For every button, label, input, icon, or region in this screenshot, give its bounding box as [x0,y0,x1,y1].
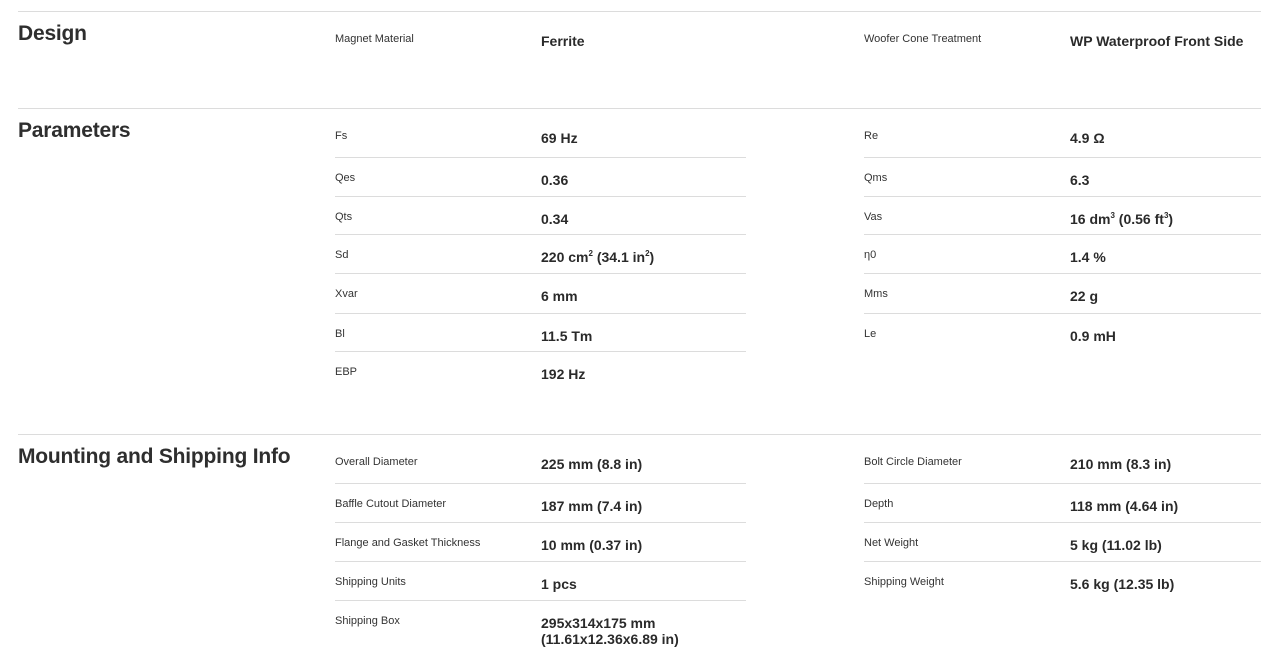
spec-row: Fs 69 Hz [335,109,746,157]
spec-row: Depth 118 mm (4.64 in) [864,483,1261,522]
spec-column-right: Bolt Circle Diameter 210 mm (8.3 in) Dep… [864,435,1261,600]
spec-value: 0.9 mH [1070,328,1116,344]
spec-value: 11.5 Tm [541,328,593,344]
spec-label: Mms [864,288,888,300]
section-design: Design Magnet Material Ferrite Woofer Co… [18,11,1261,109]
spec-label: Qms [864,172,888,184]
spec-label: η0 [864,249,877,261]
spec-value: 6.3 [1070,172,1090,188]
spec-row: Bolt Circle Diameter 210 mm (8.3 in) [864,435,1261,483]
value-text: (34.1 in [592,249,646,265]
spec-label: Shipping Units [335,576,406,588]
spec-row: Qts 0.34 [335,196,746,234]
spec-row: Qes 0.36 [335,157,746,196]
spec-value: 10 mm (0.37 in) [541,537,643,553]
spec-row: Flange and Gasket Thickness 10 mm (0.37 … [335,522,746,561]
spec-value: WP Waterproof Front Side [1070,33,1244,49]
spec-label: Depth [864,498,894,510]
spec-value: 1.4 % [1070,249,1106,265]
spec-label: Shipping Box [335,615,400,627]
spec-label: Le [864,328,877,340]
value-line: 295x314x175 mm [541,615,656,631]
spec-column-right: Woofer Cone Treatment WP Waterproof Fron… [864,12,1261,72]
spec-label: Qes [335,172,356,184]
spec-row: Vas 16 dm3 (0.56 ft3) [864,196,1261,234]
spec-row: Bl 11.5 Tm [335,313,746,351]
spec-column-right: Re 4.9 Ω Qms 6.3 Vas 16 dm3 (0.56 ft3) η… [864,109,1261,351]
spec-value: 6 mm [541,288,578,304]
spec-row: Net Weight 5 kg (11.02 lb) [864,522,1261,561]
value-text: ) [1168,211,1174,227]
spec-label: Sd [335,249,349,261]
spec-label: Overall Diameter [335,456,418,468]
spec-column-left: Magnet Material Ferrite [335,12,746,72]
section-title: Design [18,22,87,45]
spec-label: Magnet Material [335,33,414,45]
spec-row: EBP 192 Hz [335,351,746,392]
spec-value: 118 mm (4.64 in) [1070,498,1179,514]
spec-value: 0.34 [541,211,569,227]
spec-label: Bl [335,328,345,340]
spec-value: 0.36 [541,172,569,188]
spec-row: Re 4.9 Ω [864,109,1261,157]
value-text: 16 dm [1070,211,1111,227]
spec-value: 187 mm (7.4 in) [541,498,643,514]
section-title: Parameters [18,119,131,142]
spec-label: Shipping Weight [864,576,944,588]
spec-label: Baffle Cutout Diameter [335,498,447,510]
spec-label: Re [864,130,879,142]
spec-value: 192 Hz [541,366,586,382]
value-line: (11.61x12.36x6.89 in) [541,631,679,647]
value-text: 220 cm [541,249,589,265]
spec-value: 295x314x175 mm (11.61x12.36x6.89 in) [541,615,679,647]
spec-label: Qts [335,211,353,223]
spec-column-left: Overall Diameter 225 mm (8.8 in) Baffle … [335,435,746,651]
spec-label: Fs [335,130,348,142]
spec-value: 4.9 Ω [1070,130,1105,146]
spec-row: Baffle Cutout Diameter 187 mm (7.4 in) [335,483,746,522]
spec-column-left: Fs 69 Hz Qes 0.36 Qts 0.34 Sd 220 cm2 (3… [335,109,746,392]
spec-row: Overall Diameter 225 mm (8.8 in) [335,435,746,483]
spec-label: Bolt Circle Diameter [864,456,962,468]
spec-row: Xvar 6 mm [335,273,746,313]
spec-value: 16 dm3 (0.56 ft3) [1070,211,1173,227]
spec-label: EBP [335,366,358,378]
value-text: ) [649,249,655,265]
section-title: Mounting and Shipping Info [18,445,291,468]
spec-value: 69 Hz [541,130,578,146]
spec-label: Vas [864,211,883,223]
spec-label: Flange and Gasket Thickness [335,537,481,549]
spec-row: Woofer Cone Treatment WP Waterproof Fron… [864,12,1261,72]
section-parameters: Parameters Fs 69 Hz Qes 0.36 Qts 0.34 Sd… [18,108,1261,435]
spec-value: 5 kg (11.02 lb) [1070,537,1162,553]
spec-row: Mms 22 g [864,273,1261,313]
spec-row: Qms 6.3 [864,157,1261,196]
spec-value: 22 g [1070,288,1099,304]
section-mounting-shipping: Mounting and Shipping Info Overall Diame… [18,434,1261,660]
value-text: (0.56 ft [1114,211,1164,227]
spec-row: Le 0.9 mH [864,313,1261,351]
spec-row: Magnet Material Ferrite [335,12,746,72]
spec-value: 225 mm (8.8 in) [541,456,643,472]
spec-label: Woofer Cone Treatment [864,33,982,45]
spec-row: Shipping Units 1 pcs [335,561,746,600]
spec-row: Sd 220 cm2 (34.1 in2) [335,234,746,273]
spec-value: 210 mm (8.3 in) [1070,456,1172,472]
spec-value: 1 pcs [541,576,577,592]
spec-row: Shipping Box 295x314x175 mm (11.61x12.36x… [335,600,746,651]
spec-row: Shipping Weight 5.6 kg (12.35 lb) [864,561,1261,600]
spec-value: Ferrite [541,33,585,49]
spec-value: 5.6 kg (12.35 lb) [1070,576,1175,592]
spec-row: η0 1.4 % [864,234,1261,273]
spec-label: Net Weight [864,537,919,549]
spec-value: 220 cm2 (34.1 in2) [541,249,654,265]
spec-label: Xvar [335,288,358,300]
